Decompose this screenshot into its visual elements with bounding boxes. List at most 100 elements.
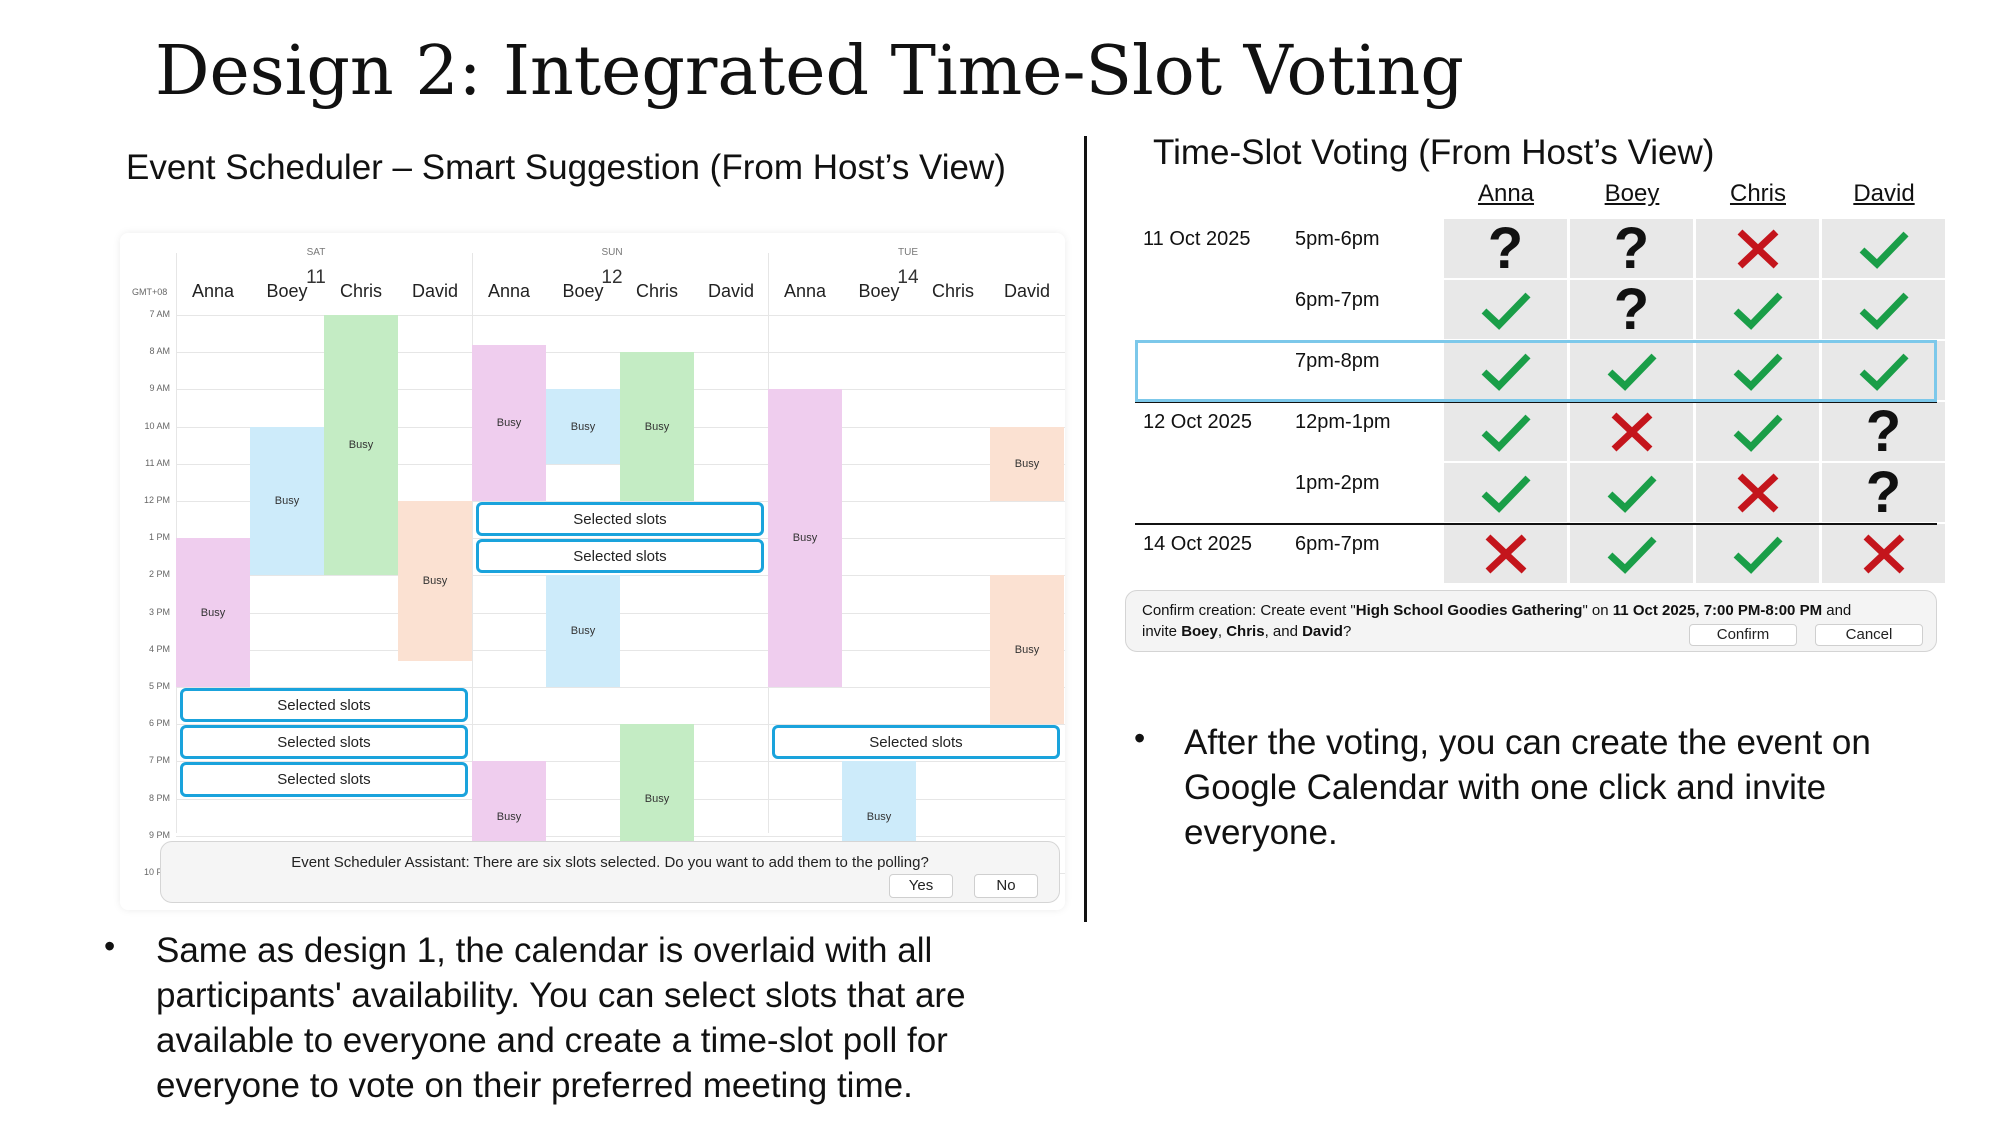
assistant-prompt: Event Scheduler Assistant: There are six…	[160, 841, 1060, 903]
confirm-mid: " on	[1582, 602, 1613, 619]
hour-label: 2 PM	[148, 569, 170, 580]
confirm-prefix: Confirm creation: Create event "	[1142, 602, 1356, 619]
hour-label: 1 PM	[148, 532, 170, 543]
day-weekday: SUN	[601, 247, 623, 258]
vote-cell	[1822, 524, 1945, 583]
cross-mark-icon	[1737, 228, 1778, 269]
row-time: 12pm-1pm	[1295, 411, 1391, 433]
cross-mark-icon	[1863, 533, 1904, 574]
selected-slot[interactable]: Selected slots	[180, 688, 468, 723]
check-mark-icon	[1481, 475, 1531, 513]
selected-slot[interactable]: Selected slots	[476, 502, 764, 537]
busy-block: Busy	[768, 389, 842, 687]
vote-cell	[1444, 463, 1567, 522]
hour-label: 11 AM	[145, 457, 170, 468]
vote-cell	[1822, 280, 1945, 339]
participant-column-label: Anna	[487, 281, 531, 301]
busy-block: Busy	[990, 575, 1064, 725]
check-mark-icon	[1607, 536, 1657, 574]
day-date: 14	[897, 267, 919, 288]
timezone-label: GMT+08	[132, 287, 168, 297]
day-weekday: TUE	[898, 247, 918, 258]
voter-column-header: Chris	[1729, 180, 1786, 207]
vote-cell: ?	[1822, 402, 1945, 461]
vote-cell	[1570, 402, 1693, 461]
check-mark-icon	[1859, 292, 1909, 330]
hour-label: 9 PM	[148, 829, 170, 840]
busy-block: Busy	[620, 352, 694, 501]
vote-cell	[1822, 219, 1945, 278]
vote-cell: ?	[1444, 219, 1567, 278]
participant-column-label: Chris	[931, 281, 975, 301]
check-mark-icon	[1481, 292, 1531, 330]
cancel-button[interactable]: Cancel	[1815, 624, 1923, 646]
question-mark-icon: ?	[1613, 276, 1650, 342]
voter-column-header: Boey	[1604, 180, 1660, 207]
participant-column-label: Anna	[783, 281, 827, 301]
vote-cell	[1696, 524, 1819, 583]
confirm-sep: , and	[1264, 623, 1303, 640]
confirm-invitee: David	[1302, 623, 1343, 640]
day-date: 12	[601, 267, 623, 288]
cross-mark-icon	[1737, 472, 1778, 513]
question-mark-icon: ?	[1865, 459, 1902, 525]
selected-slot[interactable]: Selected slots	[180, 725, 468, 760]
hour-label: 3 PM	[148, 606, 170, 617]
row-date: 12 Oct 2025	[1143, 411, 1252, 433]
question-mark-icon: ?	[1487, 215, 1524, 281]
selected-slot[interactable]: Selected slots	[180, 762, 468, 797]
confirm-button[interactable]: Confirm	[1689, 624, 1797, 646]
confirm-message-line2: invite Boey, Chris, and David?	[1142, 623, 1351, 640]
voting-heading: Time-Slot Voting (From Host’s View)	[1153, 133, 1715, 172]
cross-mark-icon	[1611, 411, 1652, 452]
hour-label: 8 PM	[148, 792, 170, 803]
check-mark-icon	[1733, 536, 1783, 574]
confirm-event-time: 11 Oct 2025, 7:00 PM-8:00 PM	[1612, 602, 1823, 619]
vote-cell	[1696, 219, 1819, 278]
participant-column-label: David	[1003, 281, 1051, 301]
participant-column-label: Chris	[339, 281, 383, 301]
vote-cell	[1444, 402, 1567, 461]
row-date: 11 Oct 2025	[1143, 228, 1251, 250]
question-mark-icon: ?	[1613, 215, 1650, 281]
busy-block: Busy	[472, 344, 546, 501]
vote-cell: ?	[1822, 463, 1945, 522]
event-scheduler-calendar[interactable]: GMT+08 7 AM 8 AM 9 AM 10 AM 11 AM 12 PM 1 PM 2 P…	[120, 233, 1065, 910]
row-time: 6pm-7pm	[1295, 533, 1380, 555]
vote-cell: ?	[1570, 280, 1693, 339]
confirm-invitee: Boey	[1181, 623, 1218, 640]
participant-column-label: Boey	[858, 281, 900, 301]
bullet-marker: •	[1134, 720, 1146, 756]
check-mark-icon	[1859, 231, 1909, 269]
hour-gridline	[176, 612, 1065, 614]
hour-gridline	[176, 649, 1065, 651]
hour-label: 7 AM	[149, 309, 170, 319]
busy-block: Busy	[398, 501, 472, 661]
highlighted-row-outline[interactable]	[1135, 340, 1937, 402]
confirm-and: and	[1822, 602, 1852, 619]
yes-button[interactable]: Yes	[889, 874, 953, 898]
vote-cell: ?	[1570, 219, 1693, 278]
left-bullet-text: Same as design 1, the calendar is overla…	[156, 931, 966, 1105]
busy-block: Busy	[546, 575, 620, 687]
confirm-invite-prefix: invite	[1142, 623, 1182, 640]
confirm-event-name: High School Goodies Gathering	[1355, 602, 1583, 619]
vote-cell	[1444, 524, 1567, 583]
bullet-marker: •	[104, 928, 116, 964]
vote-cell	[1696, 402, 1819, 461]
selected-slot[interactable]: Selected slots	[772, 725, 1060, 760]
no-button[interactable]: No	[974, 874, 1038, 898]
selected-slot[interactable]: Selected slots	[476, 539, 764, 574]
hour-label: 9 AM	[149, 383, 170, 394]
confirm-message-line1: Confirm creation: Create event "High Sch…	[1142, 602, 1851, 619]
hour-label: 10 AM	[144, 420, 170, 431]
hour-label: 12 PM	[143, 495, 170, 505]
day-date: 11	[306, 267, 326, 288]
vote-cell	[1444, 280, 1567, 339]
hour-gridline	[176, 575, 1065, 577]
hour-label: 6 PM	[148, 718, 170, 729]
row-date: 14 Oct 2025	[1143, 533, 1252, 555]
hour-label: 5 PM	[148, 681, 170, 691]
check-mark-icon	[1733, 414, 1783, 452]
busy-block: Busy	[250, 426, 324, 576]
